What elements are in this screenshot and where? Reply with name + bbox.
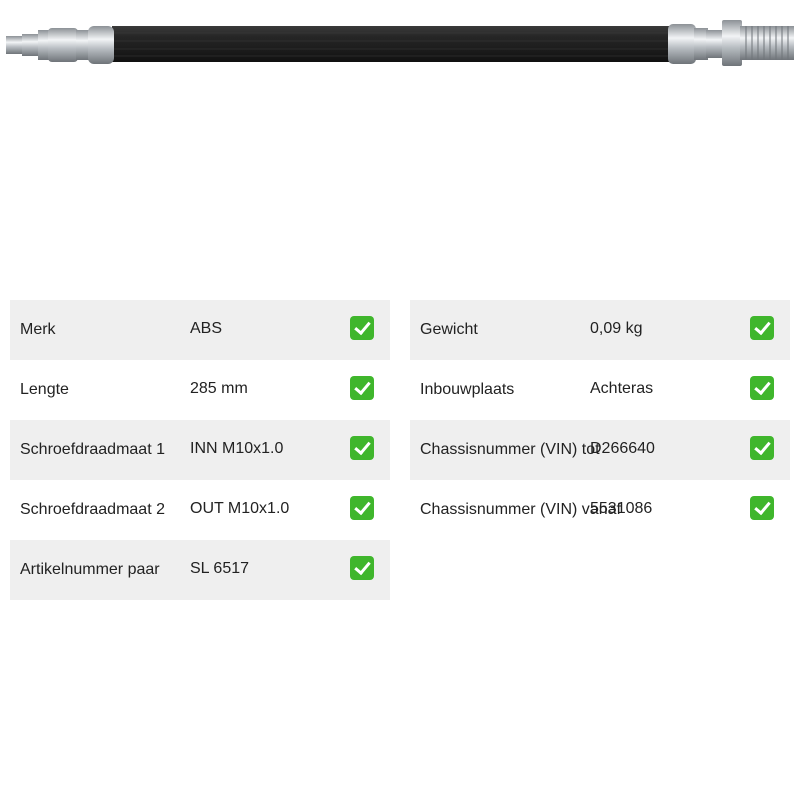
spec-row-chassisnummer-tot: Chassisnummer (VIN) tot D266640 xyxy=(410,420,790,480)
check-icon xyxy=(350,496,374,520)
spec-value: 5531086 xyxy=(590,500,653,517)
check-icon xyxy=(750,376,774,400)
spec-row-schroefdraadmaat-1: Schroefdraadmaat 1 INN M10x1.0 xyxy=(10,420,390,480)
spec-value: Achteras xyxy=(590,380,654,397)
spec-label: Artikelnummer paar xyxy=(20,561,160,578)
spec-row-lengte: Lengte 285 mm xyxy=(10,360,390,420)
check-icon xyxy=(350,376,374,400)
spec-row-schroefdraadmaat-2: Schroefdraadmaat 2 OUT M10x1.0 xyxy=(10,480,390,540)
spec-label: Schroefdraadmaat 2 xyxy=(20,501,165,518)
check-icon xyxy=(350,316,374,340)
spec-label: Lengte xyxy=(20,381,69,398)
spec-row-merk: Merk ABS xyxy=(10,300,390,360)
check-icon xyxy=(750,496,774,520)
spec-value: 0,09 kg xyxy=(590,320,643,337)
spec-label: Gewicht xyxy=(420,321,478,338)
spec-value: SL 6517 xyxy=(190,560,250,577)
spec-value: ABS xyxy=(190,320,223,337)
brake-hose-icon xyxy=(0,0,800,80)
specs-table-left: Merk ABS Lengte 285 mm Schroefdraadmaat … xyxy=(10,300,390,600)
spec-label: Merk xyxy=(20,321,56,338)
spec-value: OUT M10x1.0 xyxy=(190,500,290,517)
spec-label: Chassisnummer (VIN) tot xyxy=(420,441,600,458)
spec-value: D266640 xyxy=(590,440,655,457)
spec-value: 285 mm xyxy=(190,380,248,397)
spec-label: Inbouwplaats xyxy=(420,381,515,398)
spec-value: INN M10x1.0 xyxy=(190,440,284,457)
check-icon xyxy=(750,316,774,340)
check-icon xyxy=(750,436,774,460)
spec-row-artikelnummer-paar: Artikelnummer paar SL 6517 xyxy=(10,540,390,600)
spec-row-inbouwplaats: Inbouwplaats Achteras xyxy=(410,360,790,420)
spec-label: Schroefdraadmaat 1 xyxy=(20,441,165,458)
spec-row-chassisnummer-vanaf: Chassisnummer (VIN) vanaf 5531086 xyxy=(410,480,790,540)
spec-row-gewicht: Gewicht 0,09 kg xyxy=(410,300,790,360)
check-icon xyxy=(350,556,374,580)
specs-table-right: Gewicht 0,09 kg Inbouwplaats Achteras Ch… xyxy=(410,300,790,540)
check-icon xyxy=(350,436,374,460)
